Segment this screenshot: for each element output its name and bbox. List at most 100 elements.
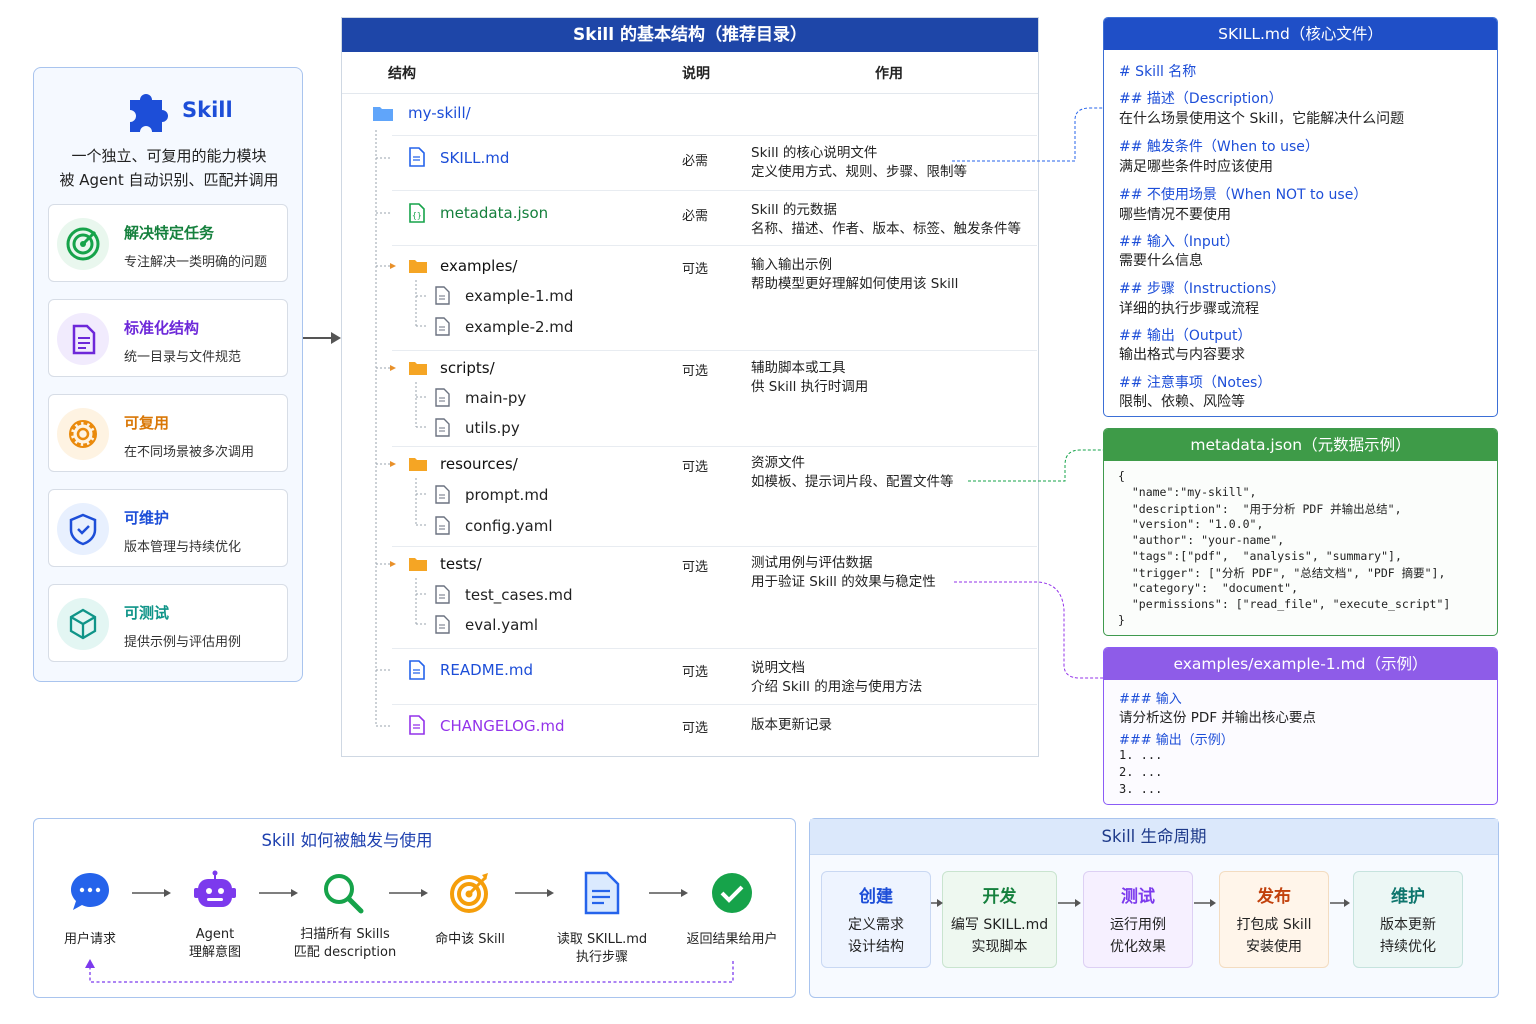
entry-name: resources/ bbox=[440, 455, 518, 473]
entry-desc-1: 版本更新记录 bbox=[751, 717, 832, 733]
md-heading: ## 步骤（Instructions） bbox=[1119, 281, 1286, 297]
entry-desc-1: 输入输出示例 bbox=[751, 257, 832, 273]
entry-desc-1: Skill 的元数据 bbox=[751, 202, 837, 218]
folder-icon bbox=[409, 362, 427, 375]
gear-icon bbox=[57, 408, 109, 460]
feature-title: 可复用 bbox=[124, 414, 170, 432]
example-input-text: 请分析这份 PDF 并输出核心要点 bbox=[1119, 710, 1316, 726]
entry-desc-2: 用于验证 Skill 的效果与稳定性 bbox=[751, 574, 936, 590]
json-line: "version": "1.0.0", bbox=[1118, 517, 1264, 531]
feature-desc: 提供示例与评估用例 bbox=[124, 635, 242, 650]
md-desc: 限制、依赖、风险等 bbox=[1119, 394, 1245, 410]
example-output-line: 1. ... bbox=[1119, 748, 1163, 762]
file-icon bbox=[435, 388, 450, 407]
entry-desc-2: 帮助模型更好理解如何使用该 Skill bbox=[751, 276, 959, 292]
md-desc: 详细的执行步骤或流程 bbox=[1119, 301, 1259, 317]
entry-requirement: 可选 bbox=[682, 560, 709, 575]
md-heading: ## 不使用场景（When NOT to use） bbox=[1119, 187, 1368, 203]
row-divider bbox=[392, 704, 1037, 705]
child-file-name: utils.py bbox=[465, 419, 520, 437]
folder-icon bbox=[409, 558, 427, 571]
entry-name: README.md bbox=[440, 661, 534, 679]
md-heading: ## 描述（Description） bbox=[1119, 91, 1283, 107]
entry-desc-2: 如模板、提示词片段、配置文件等 bbox=[751, 474, 954, 490]
file-icon bbox=[435, 615, 450, 634]
folder-icon bbox=[409, 260, 427, 273]
folder-icon bbox=[373, 107, 393, 121]
intro-line-1: 一个独立、可复用的能力模块 bbox=[71, 147, 267, 165]
file-icon bbox=[435, 585, 450, 604]
entry-desc-1: 测试用例与评估数据 bbox=[751, 555, 873, 571]
json-line: "permissions": ["read_file", "execute_sc… bbox=[1118, 597, 1451, 611]
entry-desc-2: 介绍 Skill 的用途与使用方法 bbox=[751, 679, 923, 695]
entry-requirement: 可选 bbox=[682, 460, 709, 475]
json-line: } bbox=[1118, 613, 1125, 627]
feature-card-maintainable: 可维护 版本管理与持续优化 bbox=[48, 489, 288, 567]
json-line: "tags":["pdf", "analysis", "summary"], bbox=[1118, 549, 1402, 563]
entry-desc-1: 辅助脚本或工具 bbox=[751, 360, 846, 376]
file-icon bbox=[435, 485, 450, 504]
json-line: { bbox=[1118, 469, 1125, 483]
entry-name: tests/ bbox=[440, 555, 482, 573]
entry-desc-2: 定义使用方式、规则、步骤、限制等 bbox=[751, 164, 967, 180]
example-md-title: examples/example-1.md（示例） bbox=[1104, 648, 1497, 680]
trigger-flow-panel: Skill 如何被触发与使用 用户请求 Agent 理解意图 扫描所有 Skil… bbox=[33, 818, 796, 998]
json-file-icon: {} bbox=[409, 203, 425, 223]
skill-title: Skill bbox=[182, 98, 233, 122]
svg-text:{}: {} bbox=[412, 211, 422, 220]
file-icon bbox=[409, 715, 425, 735]
feature-title: 解决特定任务 bbox=[124, 224, 215, 242]
skill-md-panel: SKILL.md（核心文件） # Skill 名称 ## 描述（Descript… bbox=[1103, 17, 1498, 417]
entry-name: CHANGELOG.md bbox=[440, 717, 565, 735]
md-heading: ## 输出（Output） bbox=[1119, 328, 1252, 344]
md-heading: ## 输入（Input） bbox=[1119, 234, 1240, 250]
entry-requirement: 可选 bbox=[682, 262, 709, 277]
entry-requirement: 必需 bbox=[682, 154, 709, 169]
example-input-heading: ### 输入 bbox=[1119, 692, 1182, 707]
file-icon bbox=[409, 147, 425, 167]
feature-card-reusable: 可复用 在不同场景被多次调用 bbox=[48, 394, 288, 472]
entry-requirement: 必需 bbox=[682, 209, 709, 224]
child-file-name: test_cases.md bbox=[465, 586, 573, 604]
entry-name: examples/ bbox=[440, 257, 518, 275]
file-icon bbox=[435, 317, 450, 336]
child-file-name: prompt.md bbox=[465, 486, 549, 504]
example-output-line: 2. ... bbox=[1119, 765, 1163, 779]
panel-connectors bbox=[952, 107, 1105, 679]
feature-title: 可维护 bbox=[124, 509, 170, 527]
feature-card-testable: 可测试 提供示例与评估用例 bbox=[48, 584, 288, 662]
json-line: "trigger": ["分析 PDF", "总结文档", "PDF 摘要"], bbox=[1118, 566, 1446, 580]
directory-structure-panel: Skill 的基本结构（推荐目录） 结构 说明 作用 my-skill/ SKI… bbox=[341, 17, 1039, 757]
child-file-name: main-py bbox=[465, 389, 527, 407]
metadata-json-panel: metadata.json（元数据示例） { "name":"my-skill"… bbox=[1103, 428, 1498, 636]
example-md-panel: examples/example-1.md（示例） ### 输入 请分析这份 P… bbox=[1103, 647, 1498, 805]
child-file-name: example-1.md bbox=[465, 287, 574, 305]
skill-intro-panel: Skill 一个独立、可复用的能力模块 被 Agent 自动识别、匹配并调用 解… bbox=[33, 67, 303, 682]
md-desc: 在什么场景使用这个 Skill，它能解决什么问题 bbox=[1119, 111, 1405, 127]
entry-name: SKILL.md bbox=[440, 149, 510, 167]
feature-desc: 专注解决一类明确的问题 bbox=[124, 255, 268, 270]
cube-icon bbox=[57, 598, 109, 650]
puzzle-icon bbox=[130, 94, 168, 132]
child-file-name: eval.yaml bbox=[465, 616, 539, 634]
folder-icon bbox=[409, 458, 427, 471]
example-output-line: 3. ... bbox=[1119, 782, 1163, 796]
json-line: "description": "用于分析 PDF 并输出总结", bbox=[1118, 502, 1402, 516]
feature-card-task: 解决特定任务 专注解决一类明确的问题 bbox=[48, 204, 288, 282]
lifecycle-panel: Skill 生命周期 创建 定义需求 设计结构 开发 编写 SKILL.md 实… bbox=[809, 818, 1499, 998]
md-desc: 需要什么信息 bbox=[1119, 253, 1203, 269]
entry-desc-1: Skill 的核心说明文件 bbox=[751, 145, 878, 161]
json-line: "author": "your-name", bbox=[1118, 533, 1285, 547]
child-file-name: config.yaml bbox=[465, 517, 553, 535]
tree-root-name: my-skill/ bbox=[408, 104, 471, 122]
shield-check-icon bbox=[57, 503, 109, 555]
entry-name: scripts/ bbox=[440, 359, 495, 377]
document-icon bbox=[57, 313, 109, 365]
example-output-heading: ### 输出（示例） bbox=[1119, 733, 1234, 748]
metadata-json-title: metadata.json（元数据示例） bbox=[1104, 429, 1497, 461]
target-icon bbox=[57, 218, 109, 270]
entry-requirement: 可选 bbox=[682, 721, 709, 736]
flow-arrows bbox=[85, 889, 734, 983]
file-icon bbox=[435, 516, 450, 535]
intro-line-2: 被 Agent 自动识别、匹配并调用 bbox=[59, 171, 279, 189]
